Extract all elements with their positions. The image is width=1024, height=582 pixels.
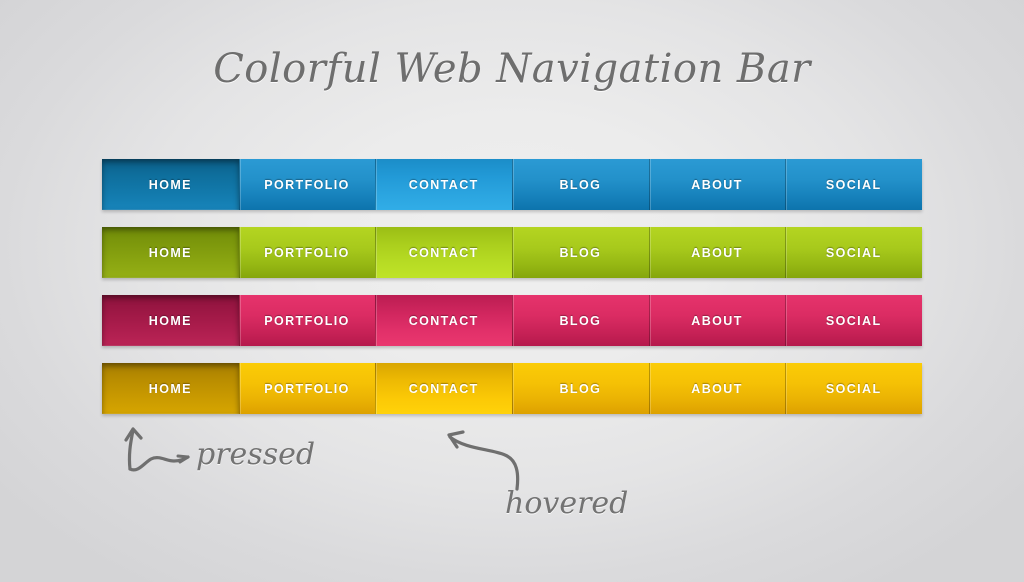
nav-item-contact-gold[interactable]: CONTACT — [375, 363, 513, 414]
nav-item-blog-green[interactable]: BLOG — [512, 227, 649, 278]
nav-item-about-blue[interactable]: ABOUT — [648, 159, 786, 210]
nav-item-face — [512, 159, 649, 210]
nav-item-contact-crimson[interactable]: CONTACT — [375, 295, 513, 346]
nav-item-home-green[interactable]: HOME — [102, 227, 239, 278]
nav-item-social-crimson[interactable]: SOCIAL — [785, 295, 923, 346]
blue-navigation-bar: HOME PORTFOLIO CONTACT BLOG ABOUT SOCIAL — [102, 159, 923, 210]
nav-item-about-green[interactable]: ABOUT — [648, 227, 786, 278]
nav-item-contact-green[interactable]: CONTACT — [375, 227, 513, 278]
nav-item-blog-crimson[interactable]: BLOG — [512, 295, 649, 346]
nav-item-face — [375, 159, 513, 210]
page-title: Colorful Web Navigation Bar — [213, 46, 811, 92]
nav-item-face — [648, 363, 786, 414]
nav-item-face — [102, 227, 239, 278]
nav-item-about-crimson[interactable]: ABOUT — [648, 295, 786, 346]
nav-item-face — [375, 295, 513, 346]
nav-item-contact-blue[interactable]: CONTACT — [375, 159, 513, 210]
nav-item-face — [648, 227, 786, 278]
nav-item-face — [238, 363, 376, 414]
nav-item-social-gold[interactable]: SOCIAL — [785, 363, 923, 414]
gold-navigation-bar: HOME PORTFOLIO CONTACT BLOG ABOUT SOCIAL — [102, 363, 923, 414]
nav-item-blog-gold[interactable]: BLOG — [512, 363, 649, 414]
crimson-navigation-bar: HOME PORTFOLIO CONTACT BLOG ABOUT SOCIAL — [102, 295, 923, 346]
nav-item-home-gold[interactable]: HOME — [102, 363, 239, 414]
nav-item-face — [375, 363, 513, 414]
nav-item-face — [785, 227, 923, 278]
stage: Colorful Web Navigation Bar HOME PORTFOL… — [0, 0, 1024, 582]
annotation-pressed: pressed — [196, 437, 316, 472]
nav-item-face — [512, 363, 649, 414]
nav-item-home-crimson[interactable]: HOME — [102, 295, 239, 346]
nav-item-face — [102, 159, 239, 210]
nav-item-face — [785, 159, 923, 210]
nav-item-face — [785, 295, 923, 346]
nav-item-face — [102, 295, 239, 346]
nav-item-social-blue[interactable]: SOCIAL — [785, 159, 923, 210]
nav-item-social-green[interactable]: SOCIAL — [785, 227, 923, 278]
nav-item-home-blue[interactable]: HOME — [102, 159, 239, 210]
green-navigation-bar: HOME PORTFOLIO CONTACT BLOG ABOUT SOCIAL — [102, 227, 923, 278]
nav-item-face — [512, 227, 649, 278]
curly-arrow-up-left-icon — [124, 427, 190, 472]
annotation-hovered: hovered — [505, 486, 629, 521]
navigation-bar-group: HOME PORTFOLIO CONTACT BLOG ABOUT SOCIAL — [102, 159, 923, 414]
curved-arrow-up-left-icon — [447, 430, 520, 491]
nav-item-portfolio-blue[interactable]: PORTFOLIO — [238, 159, 376, 210]
nav-item-portfolio-crimson[interactable]: PORTFOLIO — [238, 295, 376, 346]
nav-item-face — [512, 295, 649, 346]
nav-item-face — [375, 227, 513, 278]
nav-item-face — [648, 295, 786, 346]
nav-item-blog-blue[interactable]: BLOG — [512, 159, 649, 210]
nav-item-face — [238, 159, 376, 210]
nav-item-face — [785, 363, 923, 414]
nav-item-face — [238, 227, 376, 278]
nav-item-face — [238, 295, 376, 346]
nav-item-about-gold[interactable]: ABOUT — [648, 363, 786, 414]
nav-item-face — [648, 159, 786, 210]
nav-item-portfolio-green[interactable]: PORTFOLIO — [238, 227, 376, 278]
nav-item-portfolio-gold[interactable]: PORTFOLIO — [238, 363, 376, 414]
nav-item-face — [102, 363, 239, 414]
